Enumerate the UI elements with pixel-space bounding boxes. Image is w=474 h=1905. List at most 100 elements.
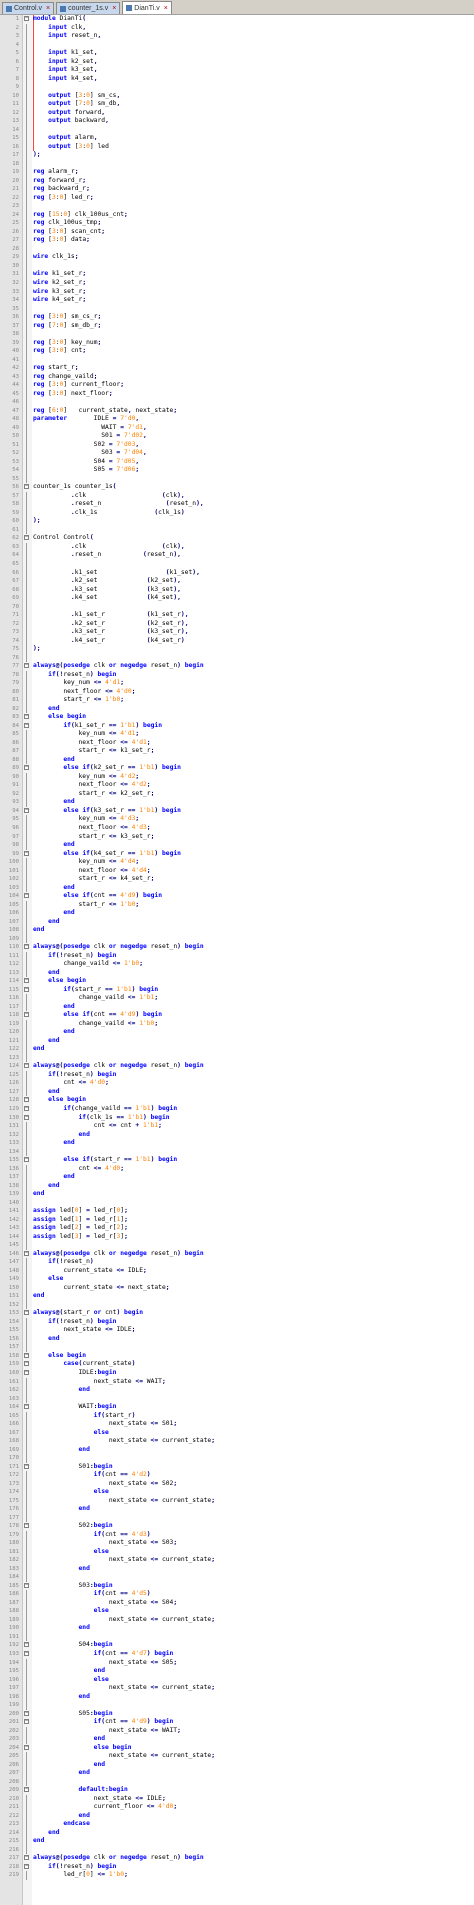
code-line[interactable]: 179 if(cnt == 4'd3) <box>0 1530 474 1540</box>
code-line[interactable]: 162 end <box>0 1386 474 1395</box>
code-line[interactable]: 71 .k1_set_r (k1_set_r), <box>0 611 474 620</box>
code-line[interactable]: 145 <box>0 1241 474 1250</box>
code-line[interactable]: 50 S01 = 7'd02, <box>0 432 474 441</box>
code-line[interactable]: 130− if(clk_1s == 1'b1) begin <box>0 1114 474 1123</box>
code-line[interactable]: 29 wire clk_1s; <box>0 253 474 262</box>
code-line[interactable]: 140 <box>0 1198 474 1208</box>
close-icon[interactable]: × <box>46 3 50 14</box>
code-line[interactable]: 58 .reset_n (reset_n), <box>0 500 474 509</box>
code-line[interactable]: 92 start_r <= k2_set_r; <box>0 789 474 799</box>
code-line[interactable]: 173 next_state <= S02; <box>0 1479 474 1489</box>
code-line[interactable]: 170 <box>0 1454 474 1463</box>
code-line[interactable]: 78 if(!reset_n) begin <box>0 670 474 680</box>
code-line[interactable]: 118− else if(cnt == 4'd9) begin <box>0 1011 474 1020</box>
code-line[interactable]: 169 end <box>0 1445 474 1455</box>
code-line[interactable]: 76 <box>0 653 474 663</box>
code-line[interactable]: 44 reg [3:0] current_floor; <box>0 381 474 390</box>
code-line[interactable]: 209− default:begin <box>0 1786 474 1795</box>
code-line[interactable]: 141 assign led[0] = led_r[0]; <box>0 1207 474 1216</box>
code-line[interactable]: 41 <box>0 355 474 365</box>
tab-0[interactable]: Control.v × <box>2 2 55 14</box>
code-line[interactable]: 108 end <box>0 926 474 935</box>
fold-collapse-icon[interactable]: − <box>24 893 29 899</box>
code-line[interactable]: 178− S02:begin <box>0 1522 474 1531</box>
code-line[interactable]: 68 .k3_set (k3_set), <box>0 585 474 595</box>
code-line[interactable]: 201− if(cnt == 4'd9) begin <box>0 1718 474 1727</box>
code-line[interactable]: 200− S05:begin <box>0 1710 474 1719</box>
code-line[interactable]: 4 <box>0 40 474 50</box>
code-line[interactable]: 85 key_num <= 4'd1; <box>0 730 474 739</box>
code-line[interactable]: 17); <box>0 151 474 160</box>
code-line[interactable]: 116 change_vaild <= 1'b1; <box>0 994 474 1003</box>
code-line[interactable]: 148 current_state <= IDLE; <box>0 1266 474 1276</box>
code-line[interactable]: 5 input k1_set, <box>0 49 474 58</box>
close-icon[interactable]: × <box>164 3 168 14</box>
code-line[interactable]: 80 next_floor <= 4'd0; <box>0 687 474 697</box>
fold-collapse-icon[interactable]: − <box>24 535 29 541</box>
fold-collapse-icon[interactable]: − <box>24 16 29 21</box>
code-line[interactable]: 57 .clk (clk), <box>0 491 474 501</box>
fold-collapse-icon[interactable]: − <box>24 807 29 813</box>
code-line[interactable]: 90 key_num <= 4'd2; <box>0 772 474 782</box>
fold-collapse-icon[interactable]: − <box>24 1063 29 1069</box>
code-line[interactable]: 214 end <box>0 1828 474 1838</box>
code-line[interactable]: 180 next_state <= S03; <box>0 1539 474 1548</box>
fold-collapse-icon[interactable]: − <box>24 1012 29 1018</box>
code-line[interactable]: 35 <box>0 304 474 314</box>
code-line[interactable]: 196 else <box>0 1675 474 1685</box>
code-line[interactable]: 142 assign led[1] = led_r[1]; <box>0 1215 474 1225</box>
fold-collapse-icon[interactable]: − <box>24 1582 29 1588</box>
code-line[interactable]: 62− Control Control( <box>0 534 474 543</box>
code-line[interactable]: 217− always@(posedge clk or negedge reset… <box>0 1854 474 1863</box>
code-line[interactable]: 24 reg [15:0] clk_100us_cnt; <box>0 210 474 220</box>
fold-collapse-icon[interactable]: − <box>24 714 29 720</box>
code-line[interactable]: 205 next_state <= current_state; <box>0 1752 474 1761</box>
code-line[interactable]: 74 .k4_set_r (k4_set_r) <box>0 636 474 646</box>
code-line[interactable]: 114− else begin <box>0 977 474 986</box>
code-line[interactable]: 49 WAIT = 7'd1, <box>0 423 474 433</box>
code-line[interactable]: 86 next_floor <= 4'd1; <box>0 738 474 748</box>
fold-collapse-icon[interactable]: − <box>24 1369 29 1375</box>
code-line[interactable]: 73 .k3_set_r (k3_set_r), <box>0 628 474 637</box>
code-line[interactable]: 144 assign led[3] = led_r[3]; <box>0 1232 474 1242</box>
code-line[interactable]: 164− WAIT:begin <box>0 1403 474 1412</box>
code-line[interactable]: 189 next_state <= current_state; <box>0 1615 474 1625</box>
fold-collapse-icon[interactable]: − <box>24 1361 29 1367</box>
tab-2[interactable]: DianTi.v × <box>122 1 172 14</box>
code-line[interactable]: 139 end <box>0 1190 474 1199</box>
code-line[interactable]: 171− S01:begin <box>0 1463 474 1472</box>
code-line[interactable]: 60); <box>0 517 474 526</box>
fold-collapse-icon[interactable]: − <box>24 1787 29 1793</box>
code-line[interactable]: 70 <box>0 602 474 612</box>
code-line[interactable]: 77− always@(posedge clk or negedge reset_… <box>0 662 474 671</box>
code-line[interactable]: 48 parameter IDLE = 7'd0, <box>0 415 474 424</box>
code-line[interactable]: 66 .k1_set (k1_set), <box>0 568 474 578</box>
fold-collapse-icon[interactable]: − <box>24 978 29 984</box>
fold-collapse-icon[interactable]: − <box>24 850 29 856</box>
code-line[interactable]: 192− S04:begin <box>0 1641 474 1650</box>
code-line[interactable]: 33 wire k3_set_r; <box>0 287 474 297</box>
fold-collapse-icon[interactable]: − <box>24 1863 29 1869</box>
code-line[interactable]: 174 else <box>0 1488 474 1497</box>
code-line[interactable]: 132 end <box>0 1130 474 1140</box>
code-line[interactable]: 186 if(cnt == 4'd5) <box>0 1590 474 1599</box>
code-line[interactable]: 112 change_vaild <= 1'b0; <box>0 960 474 969</box>
code-line[interactable]: 219 led_r[0] <= 1'b0; <box>0 1871 474 1880</box>
fold-collapse-icon[interactable]: − <box>24 1651 29 1656</box>
code-line[interactable]: 45 reg [3:0] next_floor; <box>0 389 474 399</box>
code-line[interactable]: 193− if(cnt == 4'd7) begin <box>0 1650 474 1659</box>
code-line[interactable]: 54 S05 = 7'd06; <box>0 466 474 475</box>
code-line[interactable]: 32 wire k2_set_r; <box>0 278 474 288</box>
code-line[interactable]: 210 next_state <= IDLE; <box>0 1794 474 1804</box>
code-line[interactable]: 156 end <box>0 1334 474 1344</box>
code-line[interactable]: 175 next_state <= current_state; <box>0 1496 474 1506</box>
code-line[interactable]: 40 reg [3:0] cnt; <box>0 347 474 356</box>
code-line[interactable]: 51 S02 = 7'd03, <box>0 440 474 450</box>
code-line[interactable]: 157 <box>0 1343 474 1352</box>
code-line[interactable]: 212 end <box>0 1811 474 1821</box>
fold-collapse-icon[interactable]: − <box>24 1352 29 1358</box>
code-line[interactable]: 160− IDLE:begin <box>0 1369 474 1378</box>
code-line[interactable]: 208 <box>0 1777 474 1787</box>
code-line[interactable]: 89− else if(k2_set_r == 1'b1) begin <box>0 764 474 773</box>
code-line[interactable]: 18 <box>0 159 474 169</box>
